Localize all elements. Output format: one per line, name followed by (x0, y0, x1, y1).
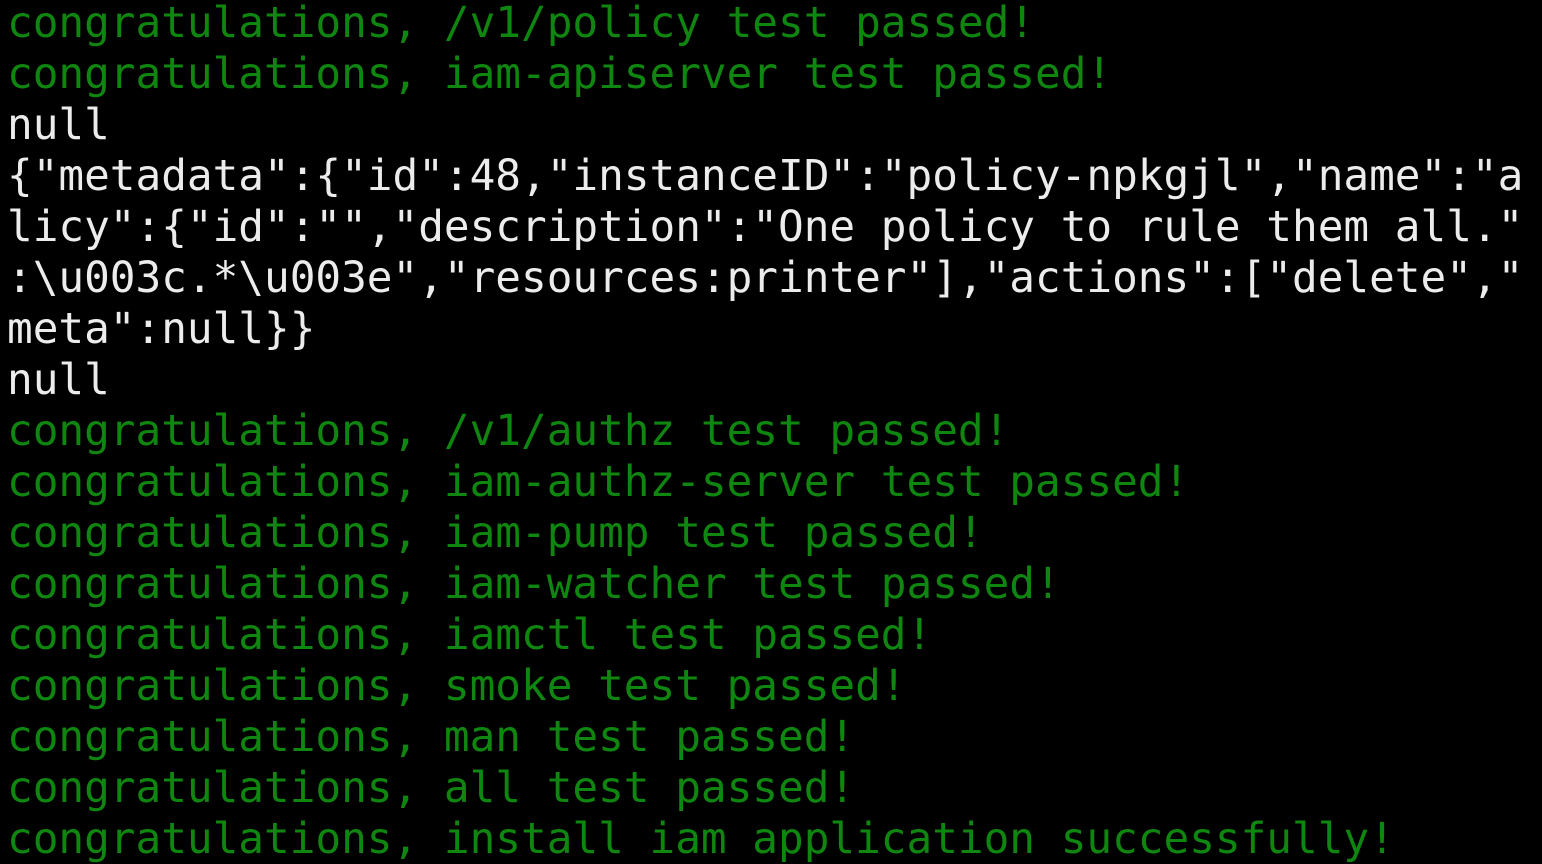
output-line-json-policy: licy":{"id":"","description":"One policy… (7, 202, 1524, 252)
output-line-null: null (7, 100, 110, 150)
output-line-json-meta: meta":null}} (7, 304, 316, 354)
output-line-watcher-test-passed: congratulations, iam-watcher test passed… (7, 559, 1061, 609)
output-line-json-metadata: {"metadata":{"id":48,"instanceID":"polic… (7, 151, 1524, 201)
output-line-install-successfully: congratulations, install iam application… (7, 814, 1395, 864)
output-line-apiserver-test-passed: congratulations, iam-apiserver test pass… (7, 49, 1113, 99)
output-line-man-test-passed: congratulations, man test passed! (7, 712, 856, 762)
output-line-all-test-passed: congratulations, all test passed! (7, 763, 856, 813)
output-line-authz-test-passed: congratulations, /v1/authz test passed! (7, 406, 1010, 456)
output-line-authz-server-test-passed: congratulations, iam-authz-server test p… (7, 457, 1190, 507)
output-line-policy-test-passed: congratulations, /v1/policy test passed! (7, 0, 1036, 48)
output-line-smoke-test-passed: congratulations, smoke test passed! (7, 661, 907, 711)
output-line-iamctl-test-passed: congratulations, iamctl test passed! (7, 610, 933, 660)
output-line-json-resources: :\u003c.*\u003e","resources:printer"],"a… (7, 253, 1524, 303)
output-line-null: null (7, 355, 110, 405)
terminal-output[interactable]: congratulations, /v1/policy test passed!… (7, 0, 1542, 864)
output-line-pump-test-passed: congratulations, iam-pump test passed! (7, 508, 984, 558)
